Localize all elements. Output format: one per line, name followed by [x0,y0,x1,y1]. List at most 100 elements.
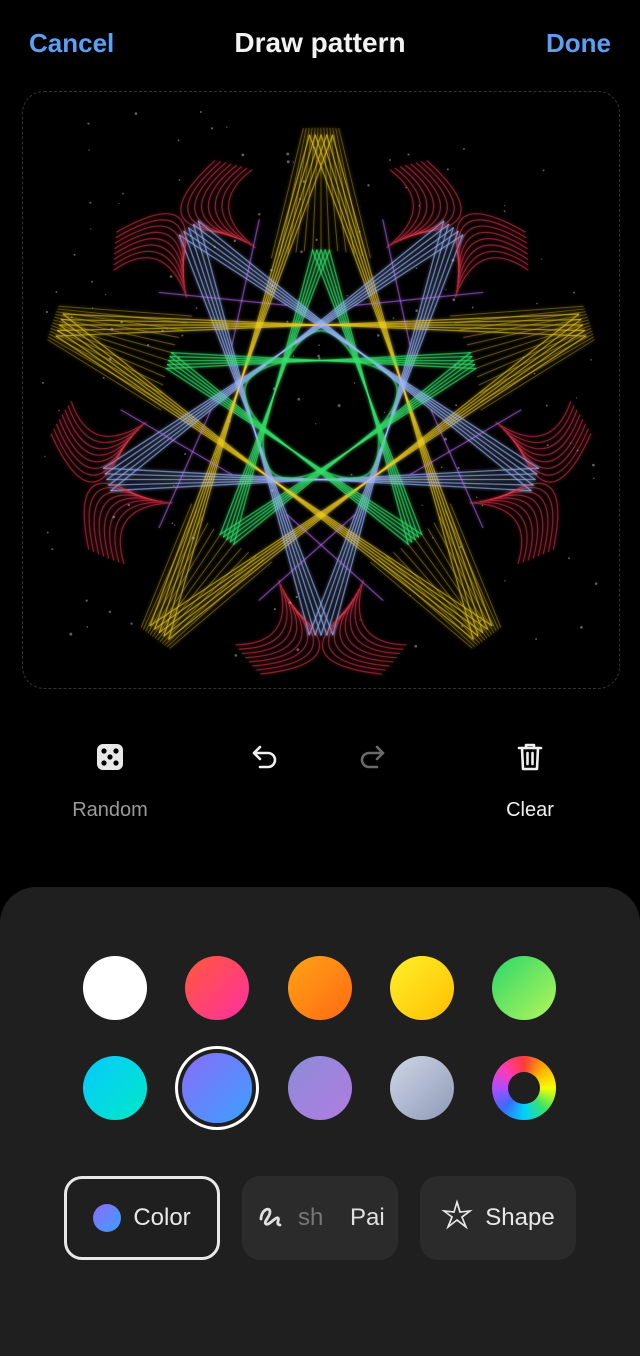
tab-color[interactable]: Color [64,1176,220,1260]
sparkle-dot [451,258,455,262]
sparkle-dot [173,524,176,526]
pattern-curve [454,257,529,298]
sparkle-dot [546,444,549,447]
sparkle-dot [316,140,319,142]
pattern-curve [113,257,188,298]
sparkle-dot [92,307,94,309]
random-button[interactable]: Random [60,737,160,822]
sparkle-dot [228,420,231,423]
sparkle-dot [457,466,460,470]
sparkle-dot [87,122,90,125]
pattern-curve [479,499,533,561]
header: Cancel Draw pattern Done [0,0,640,92]
sparkle-dot [122,192,124,195]
clear-label: Clear [506,799,554,821]
shape-icon [441,1198,474,1238]
pattern-curve [455,213,526,262]
sparkle-dot [214,453,216,455]
sparkle-dot [120,320,124,324]
sparkle-dot [169,275,173,278]
sparkle-dot [70,316,73,319]
sparkle-dot [592,463,595,467]
brush-label-part: sh [298,1204,324,1231]
redo-button[interactable] [352,737,392,777]
sparkle-dot [191,536,195,540]
swatch-lavender[interactable] [288,1056,352,1120]
sparkle-dot [166,328,168,330]
brush-icon [256,1200,286,1237]
tab-brush[interactable]: sh Pai [242,1176,398,1260]
swatch-cyan[interactable] [83,1056,147,1120]
sparkle-dot [445,289,447,291]
sparkle-dot [337,404,341,408]
sparkle-dot [459,545,462,549]
sparkle-dot [286,152,290,156]
tab-color-label: Color [133,1204,191,1231]
sparkle-dot [475,496,478,499]
trash-icon [510,737,550,777]
sparkle-dot [567,557,570,560]
pattern-strokes [47,127,595,675]
sparkle-dot [288,601,292,604]
sparkle-dot [184,453,187,456]
swatch-green[interactable] [492,956,556,1020]
sparkle-dot [161,329,164,333]
sparkle-dot [503,210,506,213]
drawing-canvas[interactable] [22,91,620,689]
swatch-orange[interactable] [288,956,352,1020]
sparkle-dot [580,625,583,629]
pattern-stroke [478,330,593,386]
sparkle-dot [42,381,45,384]
sparkle-dot [455,404,458,407]
sparkle-dot [86,626,89,628]
pattern-stroke [159,548,242,643]
sparkle-dot [85,599,88,602]
paint-label-part: Pai [350,1204,385,1231]
sparkle-dot [91,280,94,283]
sparkle-dot [462,148,465,151]
sparkle-dot [545,404,548,407]
sparkle-dot [318,357,321,360]
sparkle-dot [444,437,447,441]
sparkle-dot [295,595,298,599]
pattern-stroke [385,555,478,646]
sparkle-dot [270,268,273,272]
sparkle-dot [313,146,316,149]
tab-shape[interactable]: Shape [420,1176,576,1260]
sparkle-dot [258,213,261,216]
sparkle-dot [536,302,538,305]
done-button[interactable]: Done [546,28,611,59]
sparkle-dot [376,334,380,337]
sparkle-dot [147,344,150,347]
pattern-stroke [400,548,483,643]
pattern-curve [114,501,168,563]
sparkle-dot [592,477,595,480]
sparkle-dot [446,168,449,171]
sparkle-dot [569,442,572,444]
swatch-blue-violet[interactable] [182,1053,252,1123]
pattern-artwork [42,111,598,675]
pattern-stroke [166,558,265,648]
pattern-stroke [49,330,164,386]
sparkle-dot [409,384,412,386]
sparkle-dot [576,449,579,452]
bottom-panel: Color sh Pai Shape [0,887,640,1356]
swatch-rainbow[interactable] [492,1056,556,1120]
sparkle-dot [271,489,274,492]
clear-button[interactable]: Clear [480,737,580,822]
sparkle-dot [504,205,506,207]
pattern-stroke [48,333,163,394]
swatch-white[interactable] [83,956,147,1020]
sparkle-dot [405,186,407,189]
sparkle-dot [88,149,90,151]
swatch-yellow[interactable] [390,956,454,1020]
sparkle-dot [302,180,306,183]
sparkle-dot [454,364,457,367]
swatch-gray-blue[interactable] [390,1056,454,1120]
sparkle-dot [273,608,277,611]
sparkle-dot [102,376,105,379]
swatch-red-pink[interactable] [185,956,249,1020]
sparkle-dot [298,592,300,595]
undo-button[interactable] [245,737,285,777]
pattern-stroke [479,333,594,394]
